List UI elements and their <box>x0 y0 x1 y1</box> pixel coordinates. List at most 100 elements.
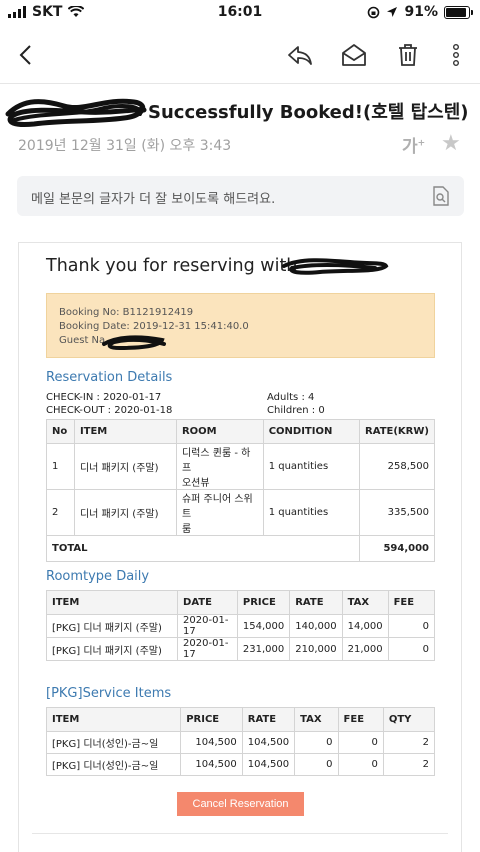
cell: 0 <box>294 753 339 776</box>
cell: 2 <box>382 753 436 776</box>
more-button[interactable] <box>439 38 473 72</box>
booking-number: Booking No: B1121912419 <box>59 307 194 318</box>
delete-button[interactable] <box>391 38 425 72</box>
location-arrow-icon <box>387 7 398 17</box>
star-icon: ★ <box>441 131 461 156</box>
col-header: QTY <box>382 707 436 732</box>
trash-icon <box>399 44 417 66</box>
cancel-reservation-button[interactable]: Cancel Reservation <box>177 792 304 816</box>
cell: [PKG] 디너(성인)-금~일 <box>45 753 182 776</box>
col-header: ITEM <box>73 419 177 444</box>
col-header: FEE <box>387 590 436 615</box>
table-row: [PKG] 디너 패키지 (주말) 2020-01-17 231,000 210… <box>45 637 436 661</box>
battery-percent: 91% <box>404 4 438 20</box>
cell: 2 <box>46 489 75 536</box>
mark-read-button[interactable] <box>337 38 371 72</box>
cell: 21,000 <box>341 637 389 661</box>
room-line: 룸 <box>181 524 192 535</box>
col-header: ITEM <box>45 590 179 615</box>
cell: 0 <box>387 614 436 638</box>
table-header-row: ITEM PRICE RATE TAX FEE QTY <box>45 707 436 732</box>
col-header: DATE <box>177 590 238 615</box>
room-cell: 디럭스 퀸룸 - 하프 오션뷰 <box>175 443 264 490</box>
readability-text: 메일 본문의 글자가 더 잘 보이도록 해드려요. <box>31 192 276 207</box>
table-row: [PKG] 디너(성인)-금~일 104,500 104,500 0 0 2 <box>45 731 436 754</box>
check-in: CHECK-IN : 2020-01-17 <box>46 392 162 403</box>
reply-button[interactable] <box>283 38 317 72</box>
cell: 154,000 <box>236 614 291 638</box>
chevron-left-icon <box>19 45 31 65</box>
back-button[interactable] <box>8 38 42 72</box>
readability-banner[interactable]: 메일 본문의 글자가 더 잘 보이도록 해드려요. <box>17 176 464 216</box>
adults-count: Adults : 4 <box>267 392 315 403</box>
redaction-scribble <box>282 258 389 275</box>
thanks-heading: Thank you for reserving with <box>46 256 297 276</box>
mail-date: 2019년 12월 31일 (화) 오후 3:43 <box>18 138 232 154</box>
table-row: 1 디너 패키지 (주말) 디럭스 퀸룸 - 하프 오션뷰 1 quantitie… <box>46 443 435 490</box>
cell: 258,500 <box>359 443 435 490</box>
reply-icon <box>288 46 312 65</box>
room-line: 오션뷰 <box>181 478 210 489</box>
roomtype-daily-title: Roomtype Daily <box>46 569 150 584</box>
thanks-text: Thank you for reserving with <box>46 256 298 276</box>
cell: 140,000 <box>289 614 343 638</box>
redaction-scribble <box>5 98 147 127</box>
cell: 디너 패키지 (주말) <box>73 443 177 490</box>
cell: 104,500 <box>180 731 243 754</box>
table-row: 2 디너 패키지 (주말) 슈퍼 주니어 스위트 룸 1 quantities 3… <box>46 489 435 536</box>
col-header: No <box>46 419 75 444</box>
col-header: TAX <box>341 590 389 615</box>
more-vertical-icon <box>453 44 459 66</box>
cell: [PKG] 디너 패키지 (주말) <box>45 637 179 661</box>
cell: [PKG] 디너 패키지 (주말) <box>45 614 179 638</box>
table-header-row: ITEM DATE PRICE RATE TAX FEE <box>45 590 436 615</box>
orientation-lock-icon <box>368 6 380 18</box>
cell: 0 <box>294 731 339 754</box>
redaction-scribble <box>102 335 166 351</box>
envelope-open-icon <box>342 44 366 66</box>
font-size-button[interactable]: 가+ <box>402 132 425 157</box>
cell: 2 <box>382 731 436 754</box>
children-count: Children : 0 <box>267 405 325 416</box>
table-header-row: No ITEM ROOM CONDITION RATE(KRW) <box>46 419 435 444</box>
battery-icon <box>444 5 473 19</box>
mail-toolbar <box>0 26 480 84</box>
col-header: CONDITION <box>262 419 361 444</box>
col-header: ITEM <box>45 707 182 732</box>
service-items-table: ITEM PRICE RATE TAX FEE QTY [PKG] 디너(성인)… <box>45 707 436 776</box>
status-bar: SKT 16:01 91% <box>0 0 480 26</box>
cell: 104,500 <box>180 753 243 776</box>
cell: 2020-01-17 <box>177 637 238 661</box>
reservation-table: No ITEM ROOM CONDITION RATE(KRW) 1 디너 패키… <box>45 419 435 562</box>
cell: 1 quantities <box>262 489 361 536</box>
divider <box>32 833 448 834</box>
room-cell: 슈퍼 주니어 스위트 룸 <box>175 489 264 536</box>
cell: 335,500 <box>359 489 435 536</box>
document-search-icon <box>433 186 449 206</box>
col-header: RATE <box>241 707 296 732</box>
col-header: ROOM <box>175 419 264 444</box>
col-header: RATE(KRW) <box>359 419 435 444</box>
service-items-title: [PKG]Service Items <box>46 686 172 701</box>
cell: 14,000 <box>341 614 389 638</box>
roomtype-daily-table: ITEM DATE PRICE RATE TAX FEE [PKG] 디너 패키… <box>45 590 436 661</box>
cell: 1 <box>46 443 75 490</box>
cell: 2020-01-17 <box>177 614 238 638</box>
cell: [PKG] 디너(성인)-금~일 <box>45 731 182 754</box>
col-header: TAX <box>294 707 339 732</box>
cell: 0 <box>337 731 384 754</box>
cell: 104,500 <box>241 753 296 776</box>
col-header: FEE <box>337 707 384 732</box>
cell: 210,000 <box>289 637 343 661</box>
total-label: TOTAL <box>45 535 361 562</box>
total-value: 594,000 <box>359 535 435 562</box>
table-row: [PKG] 디너(성인)-금~일 104,500 104,500 0 0 2 <box>45 753 436 776</box>
cell: 0 <box>337 753 384 776</box>
cell: 0 <box>387 637 436 661</box>
check-out: CHECK-OUT : 2020-01-18 <box>46 405 173 416</box>
table-row: [PKG] 디너 패키지 (주말) 2020-01-17 154,000 140… <box>45 614 436 638</box>
subject-text: Successfully Booked!(호텔 탑스텐) <box>148 102 468 123</box>
col-header: PRICE <box>236 590 291 615</box>
cell: 디너 패키지 (주말) <box>73 489 177 536</box>
star-button[interactable]: ★ <box>441 131 461 156</box>
